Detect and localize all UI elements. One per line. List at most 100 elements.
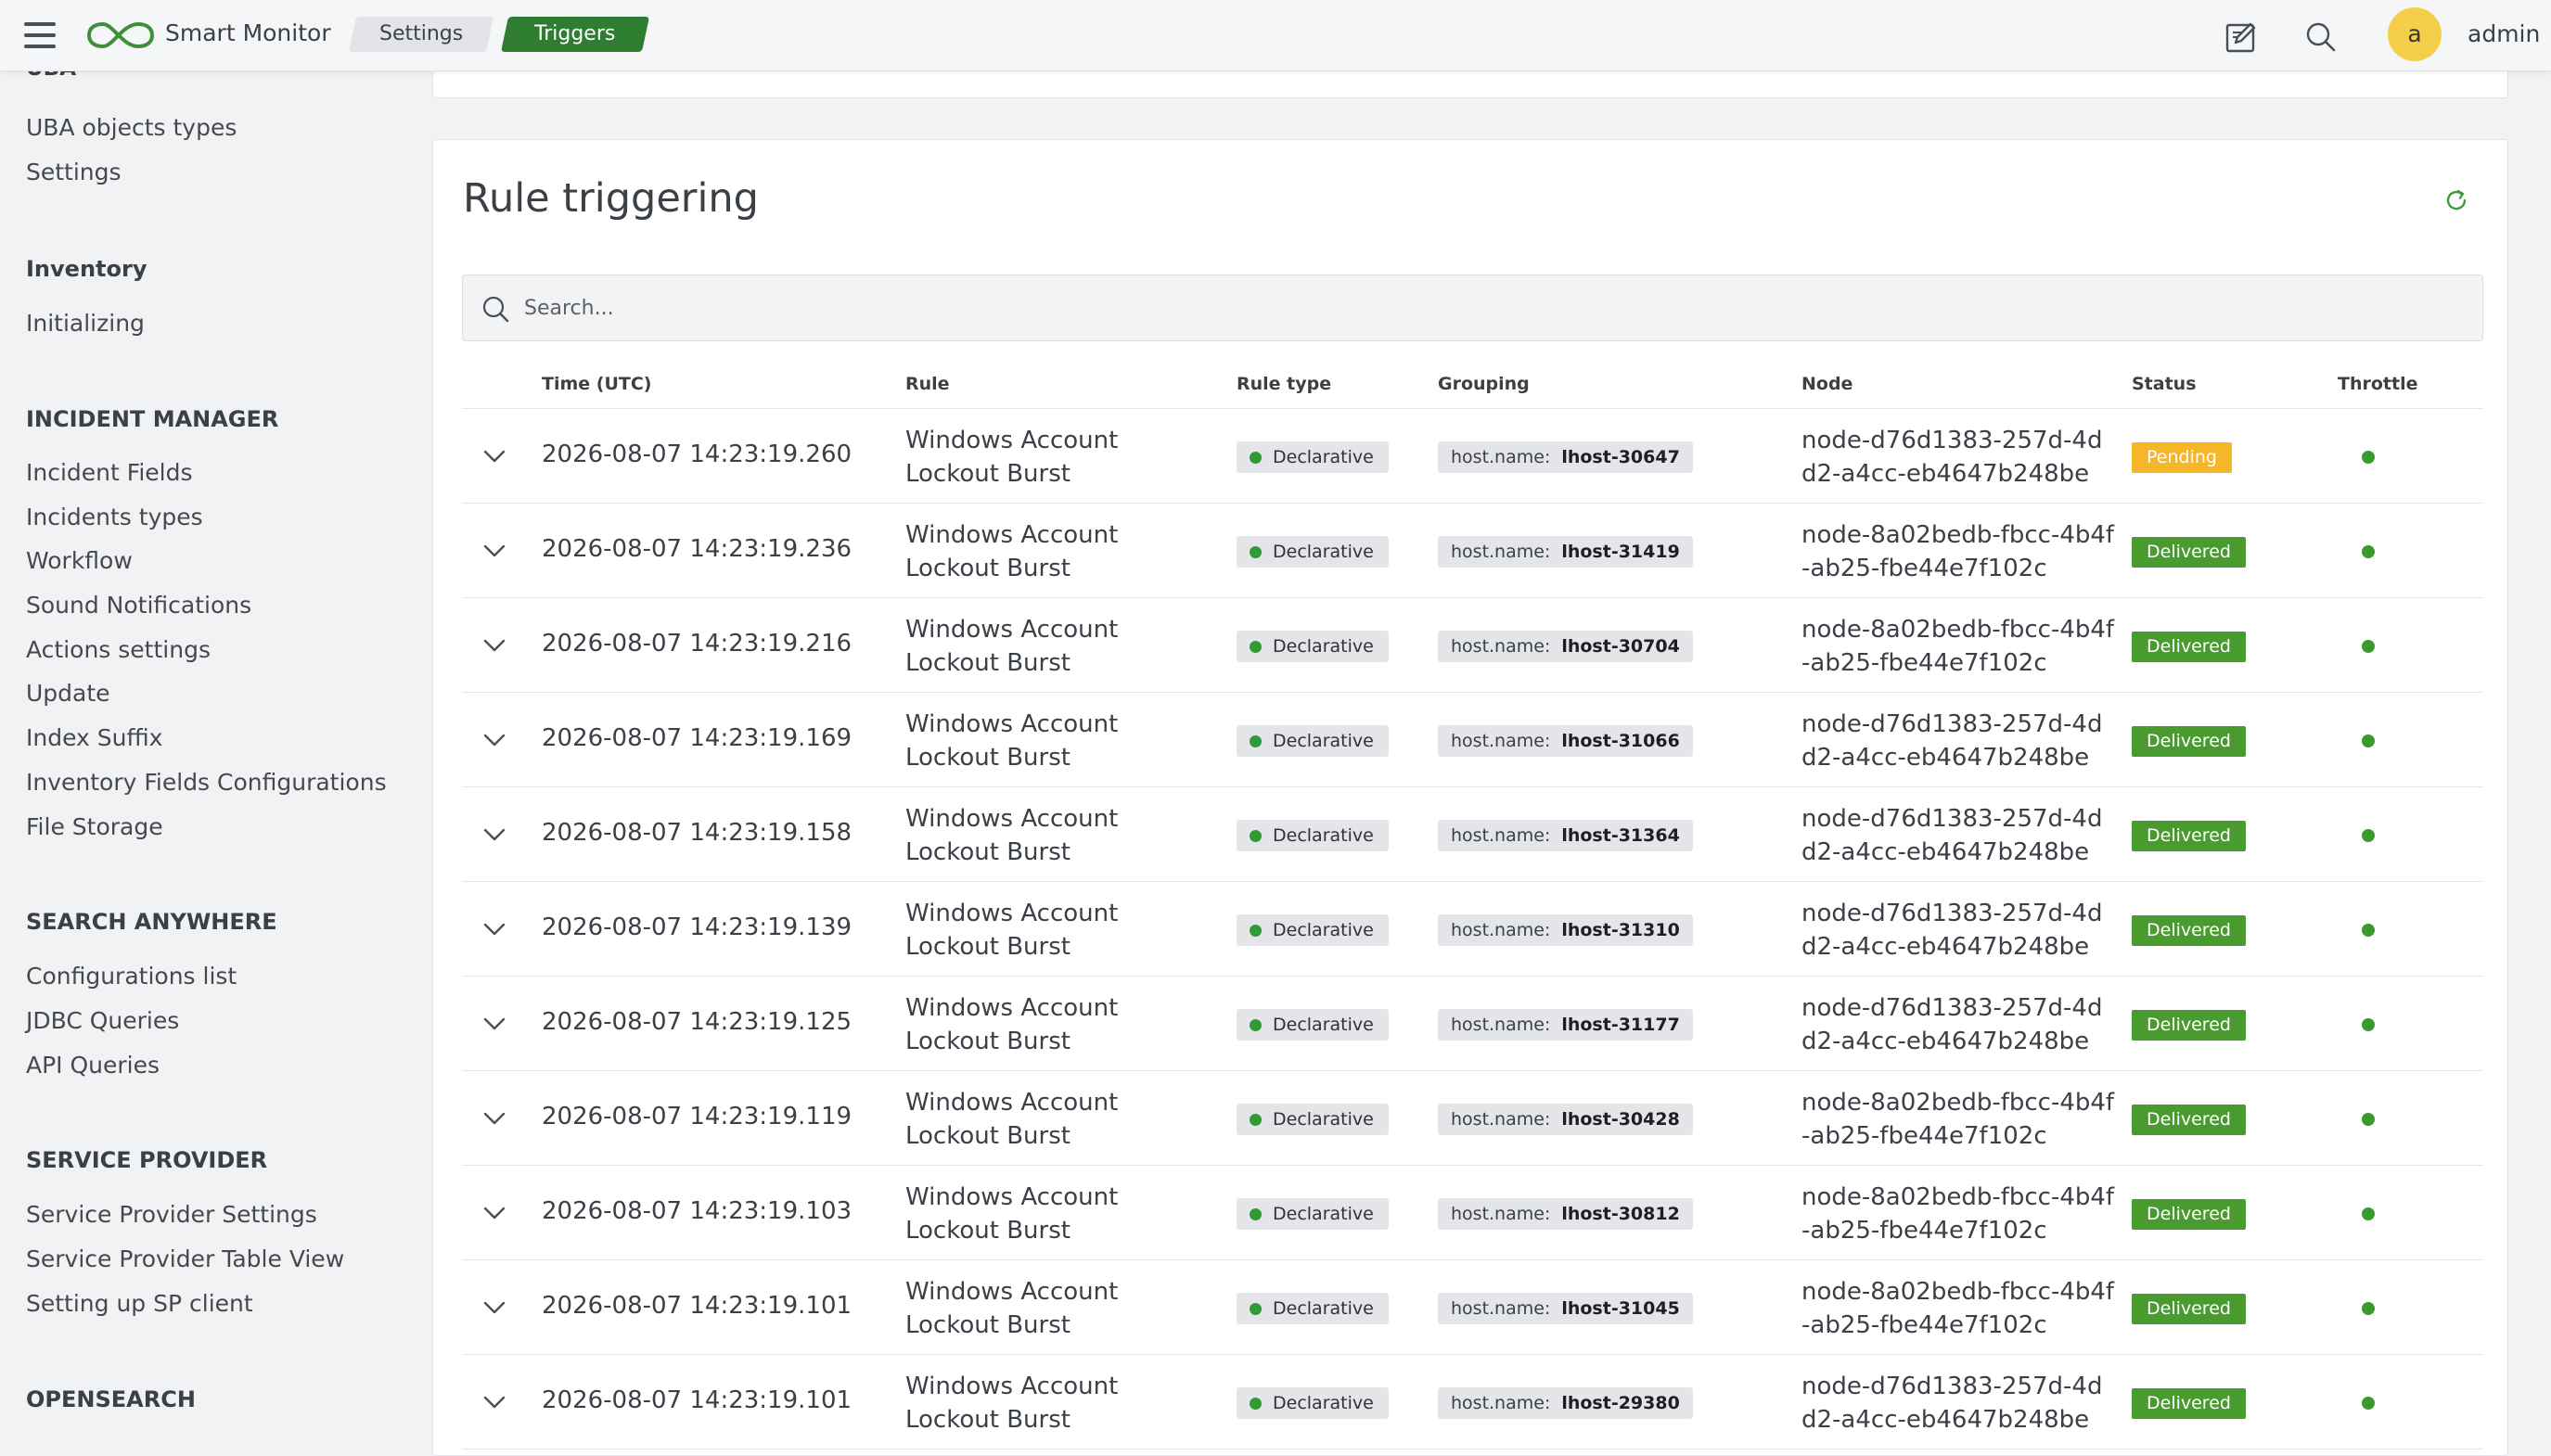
grouping-key: host.name: [1451,1298,1551,1319]
chevron-down-icon[interactable] [481,1296,508,1320]
sidebar-item-actions-settings[interactable]: Actions settings [26,636,211,663]
sidebar-item-service-provider-table-view[interactable]: Service Provider Table View [26,1245,344,1272]
status-badge: Delivered [2132,537,2246,568]
table-row[interactable]: 2026-08-07 14:23:19.101 Windows Account L… [462,1260,2483,1355]
username[interactable]: admin [2468,20,2540,47]
table-row[interactable]: 2026-08-07 14:23:19.101 Windows Account L… [462,1355,2483,1450]
sidebar-item-incidents-types[interactable]: Incidents types [26,504,203,530]
sidebar-item-inventory-fields-configurations[interactable]: Inventory Fields Configurations [26,769,387,796]
breadcrumb-settings[interactable]: Settings [348,17,494,52]
grouping-key: host.name: [1451,1015,1551,1035]
rule-type-badge: Declarative [1237,725,1389,757]
cell-time: 2026-08-07 14:23:19.101 [542,1292,852,1320]
cell-rule-link[interactable]: Windows Account Lockout Burst [905,424,1211,491]
breadcrumb-triggers-label: Triggers [534,22,616,45]
cell-rule-link[interactable]: Windows Account Lockout Burst [905,613,1211,680]
grouping-value: lhost-31419 [1561,542,1680,562]
cell-rule-link[interactable]: Windows Account Lockout Burst [905,991,1211,1058]
grouping-badge: host.name: lhost-31177 [1438,1009,1693,1041]
column-header-node[interactable]: Node [1801,374,1852,394]
table-row[interactable]: 2026-08-07 14:23:19.158 Windows Account L… [462,787,2483,882]
cell-rule-link[interactable]: Windows Account Lockout Burst [905,1275,1211,1342]
cell-rule-link[interactable]: Windows Account Lockout Burst [905,518,1211,585]
sidebar-item-initializing[interactable]: Initializing [26,310,145,337]
refresh-icon[interactable] [2442,186,2470,214]
cell-time: 2026-08-07 14:23:19.260 [542,441,852,468]
rule-type-label: Declarative [1273,1393,1374,1413]
sidebar-item-index-suffix[interactable]: Index Suffix [26,724,162,751]
sidebar-item-configurations-list[interactable]: Configurations list [26,963,237,990]
sidebar-item-uba-objects-types[interactable]: UBA objects types [26,114,237,141]
grouping-badge: host.name: lhost-30647 [1438,441,1693,473]
sidebar-item-incident-fields[interactable]: Incident Fields [26,459,192,486]
cell-node: node-d76d1383-257d-4dd2-a4cc-eb4647b248b… [1801,994,2103,1055]
throttle-status-dot-icon [2362,829,2375,842]
grouping-value: lhost-30704 [1561,636,1680,657]
sidebar-item-jdbc-queries[interactable]: JDBC Queries [26,1007,179,1034]
sidebar-item-settings[interactable]: Settings [26,159,122,185]
cell-time: 2026-08-07 14:23:19.169 [542,724,852,752]
cell-rule-link[interactable]: Windows Account Lockout Burst [905,802,1211,869]
search-icon[interactable] [2302,19,2339,56]
search-icon [482,296,509,323]
grouping-key: host.name: [1451,1393,1551,1413]
avatar[interactable]: a [2388,7,2442,61]
column-header-status[interactable]: Status [2132,374,2197,394]
rule-type-badge: Declarative [1237,820,1389,851]
cell-rule-link[interactable]: Windows Account Lockout Burst [905,897,1211,964]
cell-rule-link[interactable]: Windows Account Lockout Burst [905,708,1211,774]
column-header-rule[interactable]: Rule [905,374,950,394]
cell-node: node-8a02bedb-fbcc-4b4f-ab25-fbe44e7f102… [1801,1183,2115,1245]
column-header-throttle[interactable]: Throttle [2338,374,2417,394]
sidebar-item-sound-notifications[interactable]: Sound Notifications [26,592,251,619]
chevron-down-icon[interactable] [481,917,508,941]
sidebar-item-service-provider-settings[interactable]: Service Provider Settings [26,1201,317,1228]
grouping-value: lhost-31177 [1561,1015,1680,1035]
table-row[interactable]: 2026-08-07 14:23:19.119 Windows Account L… [462,1071,2483,1166]
table-row[interactable]: 2026-08-07 14:23:19.236 Windows Account L… [462,504,2483,598]
edit-icon[interactable] [2223,19,2260,56]
chevron-down-icon[interactable] [481,1390,508,1414]
sidebar-item-update[interactable]: Update [26,680,110,707]
chevron-down-icon[interactable] [481,539,508,563]
column-header-grouping[interactable]: Grouping [1438,374,1530,394]
cell-rule-link[interactable]: Windows Account Lockout Burst [905,1181,1211,1247]
throttle-status-dot-icon [2362,1302,2375,1315]
table-row[interactable]: 2026-08-07 14:23:19.125 Windows Account L… [462,977,2483,1071]
top-bar: Smart Monitor Settings Triggers a admin [0,0,2551,71]
hamburger-menu-icon[interactable] [24,22,56,48]
sidebar-item-setting-up-sp-client[interactable]: Setting up SP client [26,1290,253,1317]
chevron-down-icon[interactable] [481,1201,508,1225]
chevron-down-icon[interactable] [481,633,508,658]
table-row[interactable]: 2026-08-07 14:23:19.216 Windows Account L… [462,598,2483,693]
breadcrumb-triggers[interactable]: Triggers [500,17,650,52]
chevron-down-icon[interactable] [481,1106,508,1130]
status-badge: Delivered [2132,1388,2246,1419]
grouping-value: lhost-30812 [1561,1204,1680,1224]
cell-rule-link[interactable]: Windows Account Lockout Burst [905,1370,1211,1437]
chevron-down-icon[interactable] [481,444,508,468]
sidebar-item-workflow[interactable]: Workflow [26,547,133,574]
grouping-badge: host.name: lhost-31045 [1438,1293,1693,1324]
breadcrumb-settings-label: Settings [378,22,464,45]
status-dot-icon [1250,1114,1262,1126]
sidebar-item-api-queries[interactable]: API Queries [26,1052,160,1079]
table-row[interactable]: 2026-08-07 14:23:19.139 Windows Account L… [462,882,2483,977]
column-header-time[interactable]: Time (UTC) [542,374,651,394]
column-header-rule-type[interactable]: Rule type [1237,374,1331,394]
sidebar-item-file-storage[interactable]: File Storage [26,813,163,840]
table-row[interactable]: 2026-08-07 14:23:19.169 Windows Account L… [462,693,2483,787]
chevron-down-icon[interactable] [481,1012,508,1036]
cell-time: 2026-08-07 14:23:19.139 [542,913,852,941]
search-input[interactable] [524,275,2463,340]
chevron-down-icon[interactable] [481,728,508,752]
app-title[interactable]: Smart Monitor [165,19,331,46]
table-row[interactable]: 2026-08-07 14:23:19.260 Windows Account L… [462,409,2483,504]
cell-rule-link[interactable]: Windows Account Lockout Burst [905,1086,1211,1153]
grouping-value: lhost-31045 [1561,1298,1680,1319]
table-row[interactable]: 2026-08-07 14:23:19.103 Windows Account L… [462,1166,2483,1260]
grouping-badge: host.name: lhost-30428 [1438,1104,1693,1135]
grouping-value: lhost-30428 [1561,1109,1680,1130]
chevron-down-icon[interactable] [481,823,508,847]
status-badge: Delivered [2132,915,2246,946]
